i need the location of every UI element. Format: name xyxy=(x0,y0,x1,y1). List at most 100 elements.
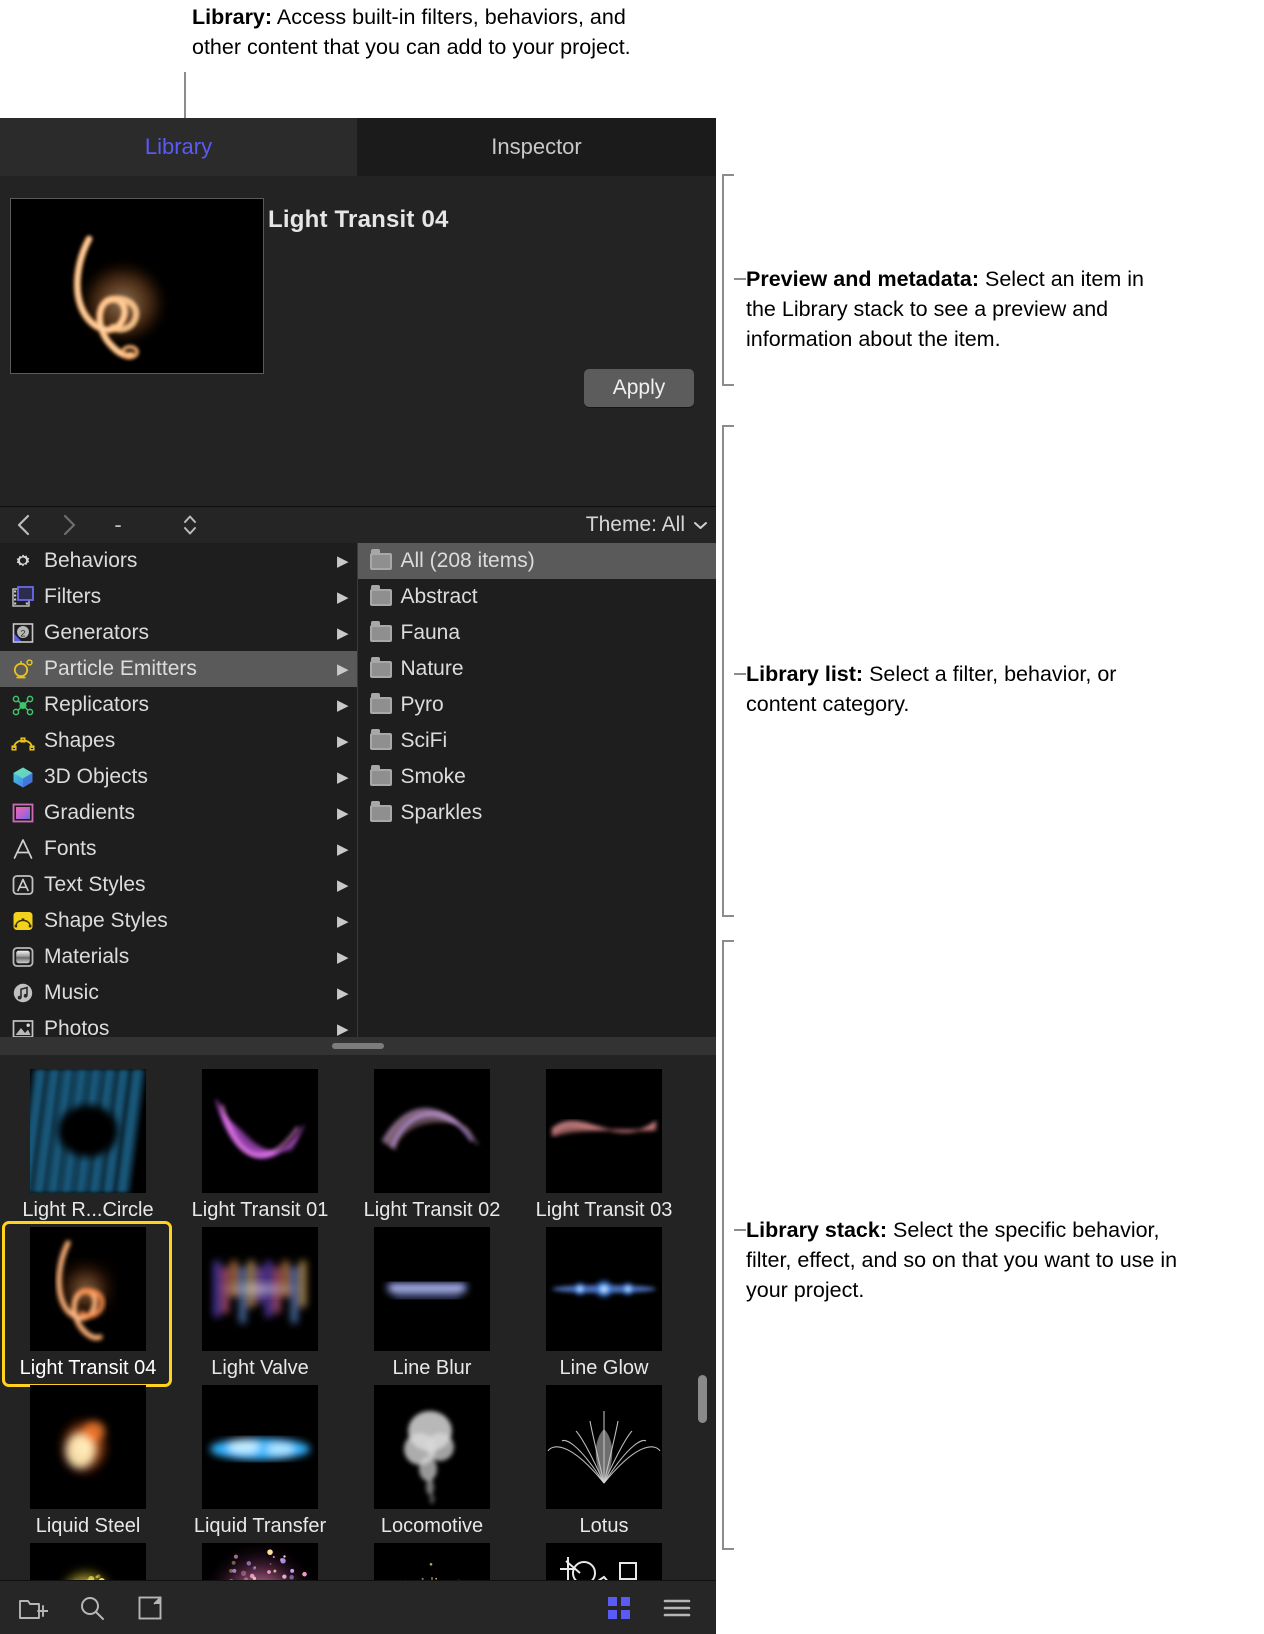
theme-list-item[interactable]: Nature xyxy=(358,651,717,687)
folder-icon xyxy=(370,697,392,714)
library-stack-item-label: Light Transit 03 xyxy=(518,1199,690,1222)
library-stack-item-label: Light Valve xyxy=(174,1357,346,1380)
list-view-button[interactable] xyxy=(656,1591,698,1625)
library-stack-item[interactable]: Line Glow xyxy=(518,1227,690,1380)
library-list-item[interactable]: Text Styles▶ xyxy=(0,867,357,903)
library-list-item[interactable]: Particle Emitters▶ xyxy=(0,651,357,687)
disclosure-arrow-icon[interactable]: ▶ xyxy=(337,840,349,858)
sort-button[interactable] xyxy=(170,507,210,543)
library-stack-item[interactable]: Light Valve xyxy=(174,1227,346,1380)
theme-list-item[interactable]: Fauna xyxy=(358,615,717,651)
library-list-item[interactable]: Gradients▶ xyxy=(0,795,357,831)
theme-list-item[interactable]: Sparkles xyxy=(358,795,717,831)
callout-library: Library: Access built-in filters, behavi… xyxy=(192,2,662,62)
tab-library[interactable]: Library xyxy=(0,118,357,176)
stack-scrollbar-thumb[interactable] xyxy=(698,1375,707,1423)
disclosure-arrow-icon[interactable]: ▶ xyxy=(337,624,349,642)
liquid-steel-thumbnail xyxy=(30,1385,146,1509)
library-list-item[interactable]: Fonts▶ xyxy=(0,831,357,867)
library-stack-item[interactable]: Light Transit 02 xyxy=(346,1069,518,1222)
theme-popup[interactable]: Theme: All xyxy=(586,507,708,543)
back-button[interactable] xyxy=(6,507,40,543)
disclosure-arrow-icon[interactable]: ▶ xyxy=(337,912,349,930)
library-stack[interactable]: Light R...Circle Light Transit 01 Light xyxy=(0,1055,716,1580)
library-stack-item[interactable] xyxy=(174,1543,346,1580)
disclosure-arrow-icon[interactable]: ▶ xyxy=(337,984,349,1002)
library-stack-item[interactable]: Line Blur xyxy=(346,1227,518,1380)
library-stack-item[interactable]: Lotus xyxy=(518,1385,690,1538)
library-list-item[interactable]: Materials▶ xyxy=(0,939,357,975)
library-list-item[interactable]: Replicators▶ xyxy=(0,687,357,723)
disclosure-arrow-icon[interactable]: ▶ xyxy=(337,696,349,714)
theme-list-item[interactable]: Pyro xyxy=(358,687,717,723)
folder-icon xyxy=(370,661,392,678)
library-list-item[interactable]: Shape Styles▶ xyxy=(0,903,357,939)
library-stack-item-label: Line Blur xyxy=(346,1357,518,1380)
folder-icon xyxy=(370,733,392,750)
library-stack-item-label: Locomotive xyxy=(346,1515,518,1538)
library-stack-item[interactable]: Locomotive xyxy=(346,1385,518,1538)
disclosure-arrow-icon[interactable]: ▶ xyxy=(337,804,349,822)
forward-button[interactable] xyxy=(52,507,86,543)
library-stack-item[interactable] xyxy=(346,1543,518,1580)
library-theme-list[interactable]: All (208 items)AbstractFaunaNaturePyroSc… xyxy=(358,543,717,1037)
splitter-grip[interactable] xyxy=(332,1043,384,1049)
nebula-pink-thumbnail xyxy=(202,1543,318,1580)
filmstrip-icon xyxy=(10,585,36,609)
path-popup[interactable]: - xyxy=(100,507,136,543)
cube-icon xyxy=(10,765,36,789)
bracket-preview-vert xyxy=(722,174,724,386)
pane-splitter[interactable] xyxy=(0,1037,716,1055)
library-list-item[interactable]: Filters ▶ xyxy=(0,579,357,615)
generator-icon: 2 xyxy=(10,621,36,645)
library-list-item-label: Behaviors xyxy=(44,549,331,573)
apply-button[interactable]: Apply xyxy=(584,369,694,407)
new-folder-button[interactable] xyxy=(12,1591,54,1625)
disclosure-arrow-icon[interactable]: ▶ xyxy=(337,660,349,678)
theme-list-item[interactable]: Abstract xyxy=(358,579,717,615)
line-blur-thumbnail xyxy=(374,1227,490,1351)
light-rays-circle-thumbnail xyxy=(30,1069,146,1193)
disclosure-arrow-icon[interactable]: ▶ xyxy=(337,768,349,786)
library-stack-item[interactable] xyxy=(518,1543,690,1580)
tab-inspector[interactable]: Inspector xyxy=(357,118,716,176)
folder-icon xyxy=(370,769,392,786)
disclosure-arrow-icon[interactable]: ▶ xyxy=(337,588,349,606)
disclosure-arrow-icon[interactable]: ▶ xyxy=(337,876,349,894)
disclosure-arrow-icon[interactable]: ▶ xyxy=(337,1020,349,1038)
theme-list-item[interactable]: All (208 items) xyxy=(358,543,717,579)
search-button[interactable] xyxy=(72,1591,112,1625)
sparkle-yellow-thumbnail xyxy=(30,1543,146,1580)
disclosure-arrow-icon[interactable]: ▶ xyxy=(337,552,349,570)
library-stack-item[interactable]: Light Transit 01 xyxy=(174,1069,346,1222)
search-icon xyxy=(78,1594,106,1622)
theme-list-item[interactable]: Smoke xyxy=(358,759,717,795)
preview-pane-button[interactable] xyxy=(130,1591,170,1625)
disclosure-arrow-icon[interactable]: ▶ xyxy=(337,732,349,750)
library-list-item[interactable]: Shapes▶ xyxy=(0,723,357,759)
library-category-list[interactable]: Behaviors ▶ Filters ▶ 2Generators▶ Particl… xyxy=(0,543,358,1037)
library-stack-item[interactable] xyxy=(2,1543,174,1580)
library-stack-item[interactable]: Light R...Circle xyxy=(2,1069,174,1222)
locomotive-thumbnail xyxy=(374,1385,490,1509)
library-lists: Behaviors ▶ Filters ▶ 2Generators▶ Particl… xyxy=(0,543,716,1037)
library-list-item[interactable]: 3D Objects▶ xyxy=(0,759,357,795)
library-stack-item[interactable]: Light Transit 03 xyxy=(518,1069,690,1222)
disclosure-arrow-icon[interactable]: ▶ xyxy=(337,948,349,966)
library-list-item[interactable]: 2Generators▶ xyxy=(0,615,357,651)
library-stack-item[interactable]: Liquid Steel xyxy=(2,1385,174,1538)
library-stack-item[interactable]: Light Transit 04 xyxy=(2,1227,174,1380)
library-list-item[interactable]: Behaviors ▶ xyxy=(0,543,357,579)
sort-updown-icon xyxy=(182,513,198,537)
library-stack-item[interactable]: Liquid Transfer xyxy=(174,1385,346,1538)
theme-list-item[interactable]: SciFi xyxy=(358,723,717,759)
library-list-item-label: Filters xyxy=(44,585,331,609)
particle-emitter-icon xyxy=(11,657,35,681)
gear-icon xyxy=(10,549,36,573)
font-a-icon xyxy=(10,837,36,861)
bracket-list-bottom xyxy=(722,915,734,917)
folder-icon xyxy=(370,589,392,606)
grid-view-button[interactable] xyxy=(598,1591,640,1625)
library-stack-item-label: Liquid Steel xyxy=(2,1515,174,1538)
library-list-item[interactable]: Music▶ xyxy=(0,975,357,1011)
